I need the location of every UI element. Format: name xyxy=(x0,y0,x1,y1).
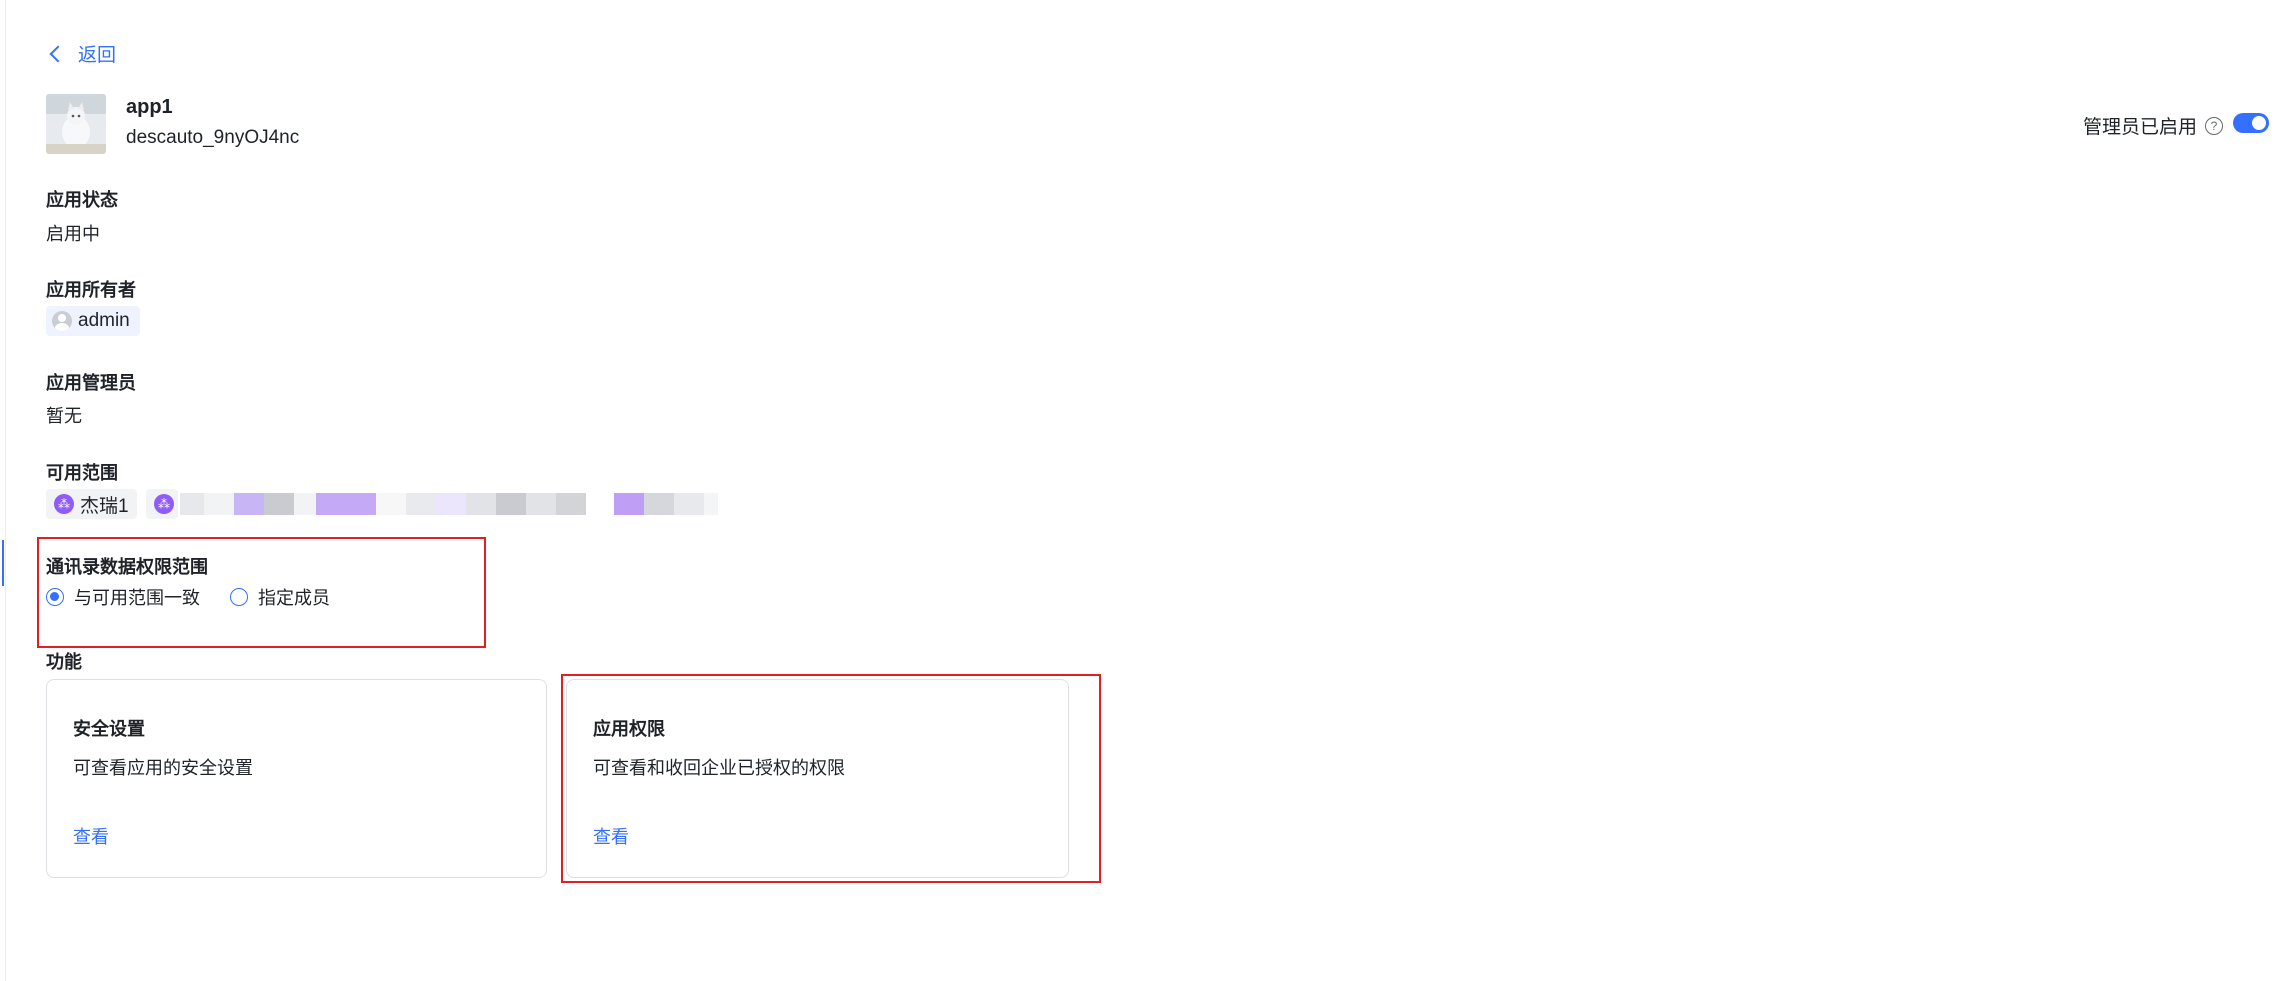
security-settings-card: 安全设置 可查看应用的安全设置 查看 xyxy=(46,679,547,878)
department-icon: ⁂ xyxy=(154,494,174,514)
toggle-knob xyxy=(2252,116,2266,130)
radio-same-as-scope[interactable]: 与可用范围一致 xyxy=(46,584,200,610)
status-value: 启用中 xyxy=(46,224,100,244)
sidebar-divider xyxy=(5,0,6,981)
admin-enabled-label: 管理员已启用 xyxy=(2083,117,2198,138)
card-description: 可查看应用的安全设置 xyxy=(73,758,253,778)
features-label: 功能 xyxy=(46,652,82,672)
owner-name: admin xyxy=(78,310,130,331)
back-link[interactable]: 返回 xyxy=(46,40,116,67)
radio-same-as-scope-label: 与可用范围一致 xyxy=(74,588,200,608)
radio-specified-members-label: 指定成员 xyxy=(258,588,330,608)
admins-value: 暂无 xyxy=(46,406,82,426)
scope-chip-redacted: ⁂ xyxy=(146,489,178,519)
radio-unchecked-icon xyxy=(230,588,248,606)
admin-enabled-status: 管理员已启用 ? xyxy=(2083,112,2224,139)
app-name: app1 xyxy=(126,96,173,118)
contacts-scope-label: 通讯录数据权限范围 xyxy=(46,557,208,577)
help-icon[interactable]: ? xyxy=(2205,116,2224,135)
admin-enable-toggle[interactable] xyxy=(2233,113,2269,133)
card-title: 安全设置 xyxy=(73,719,145,739)
admins-label: 应用管理员 xyxy=(46,373,136,393)
scroll-indicator xyxy=(2,540,4,586)
department-icon: ⁂ xyxy=(54,494,74,514)
highlight-box-app-permissions xyxy=(561,674,1101,883)
status-label: 应用状态 xyxy=(46,190,118,210)
app-detail-page: 返回 app1 descauto_9nyOJ4nc 管理员已启用 ? 应用状态 … xyxy=(0,0,2286,981)
chevron-left-icon xyxy=(49,45,67,62)
scope-item-name: 杰瑞1 xyxy=(80,495,129,517)
owner-chip: admin xyxy=(46,306,140,336)
user-avatar-icon xyxy=(52,311,72,331)
owner-label: 应用所有者 xyxy=(46,280,136,300)
back-label: 返回 xyxy=(78,45,117,66)
radio-checked-icon xyxy=(46,588,64,606)
app-description: descauto_9nyOJ4nc xyxy=(126,127,300,148)
scope-label: 可用范围 xyxy=(46,463,118,483)
scope-chip: ⁂ 杰瑞1 xyxy=(46,489,137,519)
app-avatar xyxy=(46,94,106,154)
redacted-scope-items xyxy=(180,489,718,519)
contacts-scope-radio-group: 与可用范围一致 指定成员 xyxy=(46,584,330,610)
radio-specified-members[interactable]: 指定成员 xyxy=(230,584,330,610)
view-security-settings-link[interactable]: 查看 xyxy=(73,823,109,849)
